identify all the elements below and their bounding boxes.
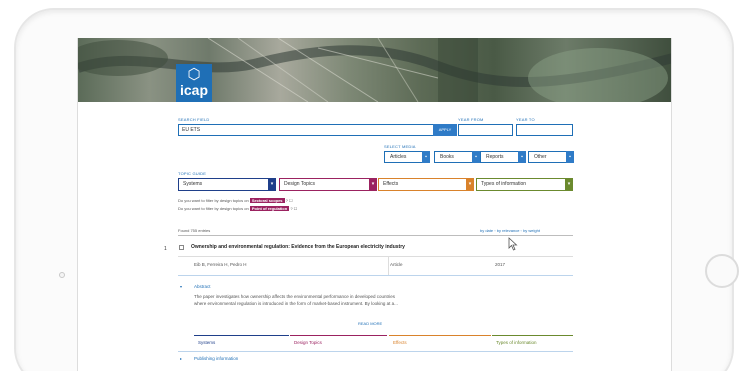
hexagon-icon: ⬡ [187,66,201,83]
year-to-input[interactable] [516,124,573,136]
expand-triangle-icon[interactable]: ▾ [180,284,182,289]
apply-button[interactable]: APPLY [433,124,457,136]
category-effects[interactable]: Effects [389,335,491,349]
home-button[interactable] [705,254,739,288]
sort-options[interactable]: by date ◦ by relevance ◦ by weight [480,228,540,233]
expand-triangle-icon[interactable]: ▸ [180,356,182,361]
topic-systems-label: Systems [183,181,203,187]
topic-design[interactable]: Design Topics ▾ [279,178,377,191]
year-from-input[interactable] [458,124,513,136]
point-filter-text: Do you want to filter by design topics o… [178,206,249,211]
chevron-down-icon[interactable]: ▾ [369,178,377,191]
divider [178,235,573,236]
result-number: 1 [164,246,167,252]
checkbox-icon[interactable]: ▪ [422,151,430,163]
abstract-text: The paper investigates how ownership aff… [194,294,398,306]
media-other-label: Other [534,154,547,160]
point-checkbox[interactable]: ? ☐ [290,206,297,211]
topic-systems[interactable]: Systems ▾ [178,178,276,191]
media-reports[interactable]: Reports ▪ [480,151,526,163]
result-authors: Eib B, Ferreira H, Pedro H [194,262,247,267]
media-books-label: Books [440,154,454,160]
sectoral-filter-text: Do you want to filter by design topics o… [178,198,249,203]
sectoral-checkbox[interactable]: ? ☐ [286,198,293,203]
point-filter-note: Do you want to filter by design topics o… [178,206,297,211]
camera [59,272,65,278]
category-systems[interactable]: Systems [194,335,289,349]
result-type: Article [390,262,403,267]
read-more-link[interactable]: READ MORE [358,321,382,326]
search-field-label: SEARCH FIELD [178,117,210,122]
media-articles-label: Articles [390,154,407,160]
year-to-label: YEAR TO [516,117,535,122]
sectoral-filter-note: Do you want to filter by design topics o… [178,198,293,203]
chevron-down-icon[interactable]: ▾ [466,178,474,191]
screen: ⬡ icap SEARCH FIELD EU ETS APPLY YEAR FR… [77,38,672,371]
media-reports-label: Reports [486,154,504,160]
result-year: 2017 [495,262,506,267]
year-from-label: YEAR FROM [458,117,484,122]
abstract-label[interactable]: Abstract [194,284,211,289]
result-checkbox[interactable] [179,245,184,250]
checkbox-icon[interactable]: ▪ [566,151,574,163]
chevron-down-icon[interactable]: ▾ [268,178,276,191]
media-articles[interactable]: Articles ▪ [384,151,430,163]
results-count: Found 755 entries [178,228,211,233]
search-input[interactable]: EU ETS [178,124,434,136]
divider [178,256,573,257]
aerial-map-image [78,38,671,102]
header-banner: ⬡ icap [78,38,671,102]
point-of-regulation-tag[interactable]: Point of regulation [249,206,290,211]
chevron-down-icon[interactable]: ▾ [565,178,573,191]
media-other[interactable]: Other ▪ [528,151,574,163]
mouse-cursor-icon [508,237,518,251]
topic-design-label: Design Topics [284,181,316,187]
topic-types[interactable]: Types of information ▾ [476,178,573,191]
topic-effects-label: Effects [383,181,399,187]
logo-text: icap [179,82,208,98]
topic-effects[interactable]: Effects ▾ [378,178,474,191]
category-types[interactable]: Types of information [492,335,573,349]
topic-guide-label: TOPIC GUIDE [178,171,207,176]
checkbox-icon[interactable]: ▪ [518,151,526,163]
sectoral-scopes-tag[interactable]: Sectoral scopes [249,198,285,203]
result-title[interactable]: Ownership and environmental regulation: … [191,244,405,250]
icap-logo[interactable]: ⬡ icap [176,64,212,102]
category-design-topics[interactable]: Design Topics [290,335,387,349]
publishing-information-link[interactable]: Publishing information [194,356,238,361]
topic-types-label: Types of information [481,181,527,187]
select-media-label: SELECT MEDIA [384,144,416,149]
divider [178,351,573,352]
media-books[interactable]: Books ▪ [434,151,480,163]
checkbox-icon[interactable]: ▪ [472,151,480,163]
